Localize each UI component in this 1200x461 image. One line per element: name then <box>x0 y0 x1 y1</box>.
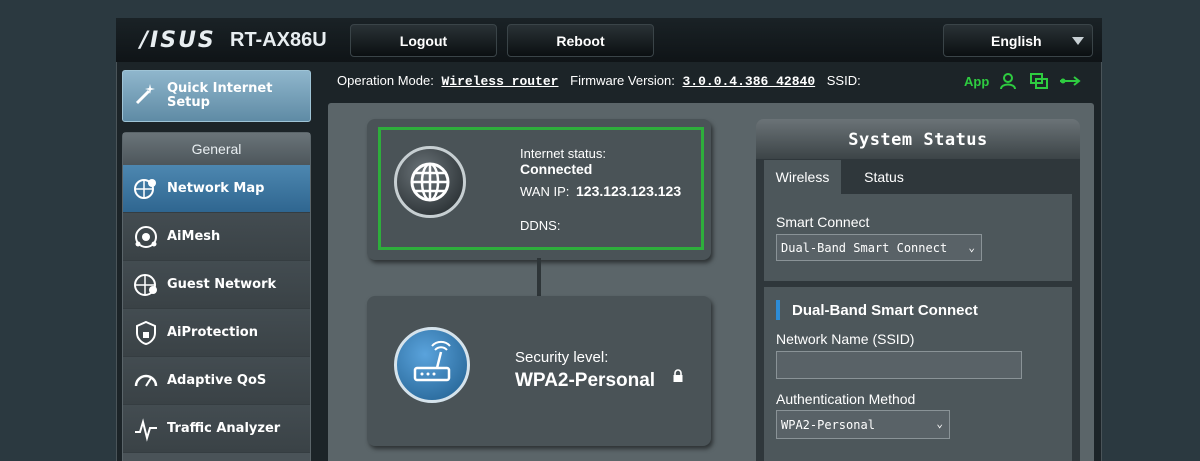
tab-wireless[interactable]: Wireless <box>764 160 841 194</box>
op-mode-label: Operation Mode: <box>337 73 434 88</box>
ddns-label: DDNS: <box>520 218 561 233</box>
sidebar-item-adaptive-qos[interactable]: Adaptive QoS <box>123 357 310 405</box>
sidebar-item-aiprotection[interactable]: AiProtection <box>123 309 310 357</box>
router-icon <box>413 340 451 382</box>
internet-status-label: Internet status: <box>520 146 606 161</box>
auth-method-label: Authentication Method <box>776 391 916 407</box>
chevron-down-icon: ⌄ <box>968 241 975 254</box>
sidebar-item-guest-network[interactable]: Guest Network <box>123 261 310 309</box>
network-devices-icon[interactable] <box>1029 72 1049 90</box>
sidebar: General Network Map AiMesh Guest Network… <box>122 132 311 461</box>
ssid-field-label: Network Name (SSID) <box>776 331 915 347</box>
reboot-button[interactable]: Reboot <box>507 24 654 57</box>
sidebar-item-aimesh[interactable]: AiMesh <box>123 213 310 261</box>
firmware-label: Firmware Version: <box>570 73 675 88</box>
speedometer-icon <box>131 366 161 396</box>
status-icons: App <box>964 72 1081 90</box>
smart-connect-select[interactable]: Dual-Band Smart Connect ⌄ <box>776 234 982 261</box>
shield-icon <box>131 318 161 348</box>
ssid-input[interactable] <box>776 351 1022 379</box>
network-map-icon <box>131 174 161 204</box>
lock-icon <box>673 369 683 382</box>
user-icon[interactable] <box>999 72 1019 90</box>
app-link[interactable]: App <box>964 74 989 89</box>
firmware-link[interactable]: 3.0.0.4.386_42840 <box>683 74 816 89</box>
language-value: English <box>991 32 1042 49</box>
traffic-analyzer-icon <box>131 414 161 444</box>
chevron-down-icon: ⌄ <box>936 417 943 430</box>
security-level-value: WPA2-Personal <box>515 370 656 391</box>
band-settings-title: Dual-Band Smart Connect <box>792 302 978 319</box>
router-circle[interactable] <box>394 327 470 403</box>
sidebar-item-traffic-analyzer[interactable]: Traffic Analyzer <box>123 405 310 453</box>
ssid-label: SSID: <box>826 73 861 88</box>
security-level-label: Security level: <box>515 349 609 366</box>
wan-ip-value: 123.123.123.123 <box>576 183 682 199</box>
logout-button[interactable]: Logout <box>350 24 497 57</box>
wizard-icon <box>133 81 159 112</box>
wan-ip-label: WAN IP: <box>520 184 570 199</box>
tab-status[interactable]: Status <box>849 160 919 194</box>
internet-globe[interactable] <box>394 146 466 218</box>
asus-logo: /ISUS <box>140 28 216 53</box>
aimesh-icon <box>131 222 161 252</box>
internet-status-value: Connected <box>520 161 593 177</box>
section-accent-bar <box>776 300 780 320</box>
system-status-title: System Status <box>756 119 1080 159</box>
chevron-down-icon <box>1072 37 1084 45</box>
auth-method-select[interactable]: WPA2-Personal ⌄ <box>776 410 950 439</box>
info-bar: Operation Mode: Wireless router Firmware… <box>337 73 865 89</box>
smart-connect-label: Smart Connect <box>776 214 870 230</box>
sidebar-section-general: General <box>123 133 310 165</box>
map-connector <box>537 258 541 298</box>
usb-icon[interactable] <box>1059 74 1081 88</box>
globe-icon <box>410 162 450 202</box>
op-mode-link[interactable]: Wireless router <box>441 74 558 89</box>
sidebar-item-network-map[interactable]: Network Map <box>123 165 310 213</box>
quick-internet-setup-button[interactable]: Quick Internet Setup <box>122 70 311 122</box>
language-select[interactable]: English <box>943 24 1093 57</box>
qis-label: Quick Internet Setup <box>167 81 273 110</box>
guest-network-icon <box>131 270 161 300</box>
router-model: RT-AX86U <box>230 29 327 51</box>
